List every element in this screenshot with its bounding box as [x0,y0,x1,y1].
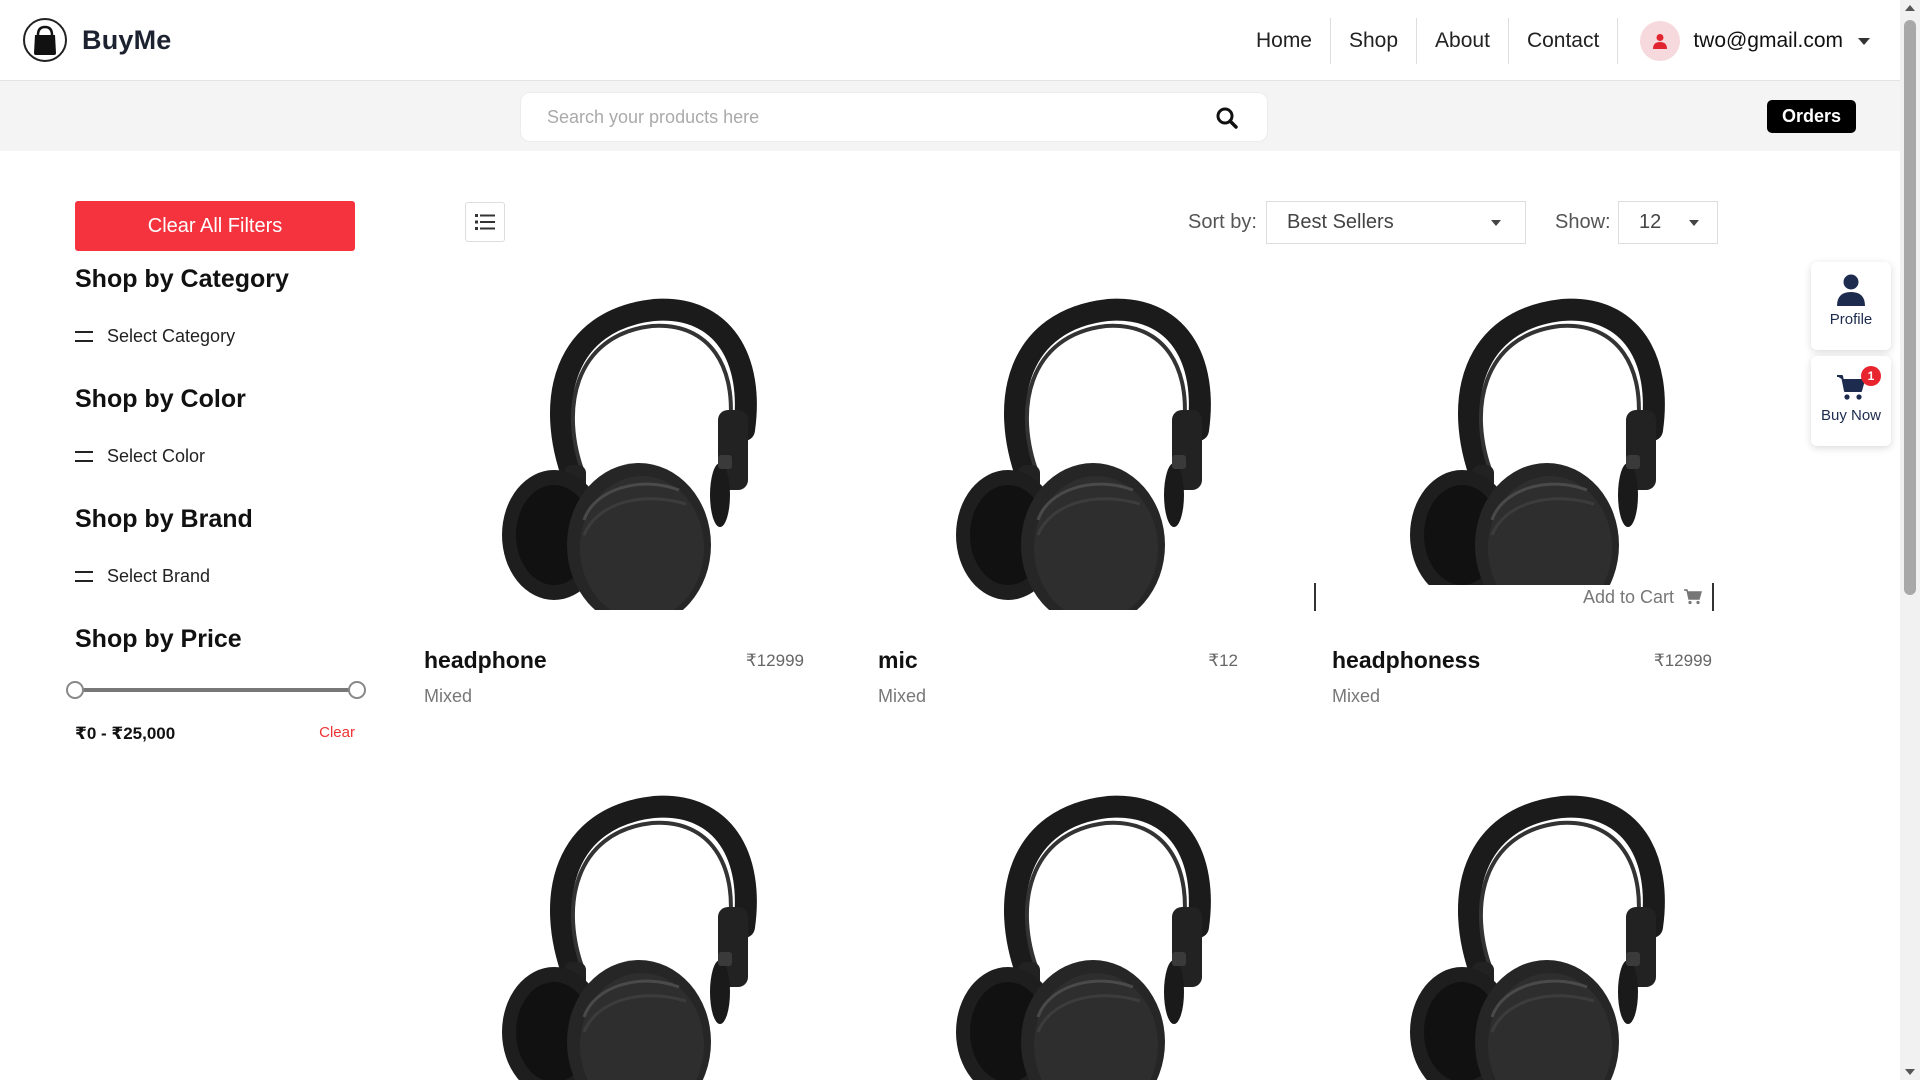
brand[interactable]: BuyMe [22,17,172,63]
search-input[interactable] [547,93,1187,141]
product-tag: Mixed [424,686,473,706]
product-name[interactable]: mic [878,647,918,674]
brand-name: BuyMe [82,24,172,55]
chevron-down-icon [1491,220,1501,226]
product-card[interactable]: Add to Cart headphoness ₹12999 Mixed [1314,290,1732,720]
menu-icon [75,331,93,342]
price-min-handle[interactable] [66,681,84,699]
add-to-cart-button[interactable]: Add to Cart [1314,583,1714,611]
color-heading: Shop by Color [75,385,246,413]
sort-label: Sort by: [1188,211,1257,233]
brand-select-label: Select Brand [107,566,211,586]
show-count-select[interactable]: 12 [1618,201,1718,244]
price-clear-link[interactable]: Clear [319,724,355,744]
list-view-button[interactable] [465,202,505,242]
product-price: ₹12999 [1653,651,1712,670]
color-select-label: Select Color [107,446,206,466]
list-view-icon [475,214,495,230]
nav-about[interactable]: About [1417,18,1509,64]
product-card[interactable]: headphone ₹12999 Mixed [424,290,824,720]
buy-now-label: Buy Now [1820,407,1882,424]
product-image [1332,290,1732,585]
avatar [1640,21,1681,61]
category-select[interactable]: Select Category [75,326,375,347]
sort-value: Best Sellers [1287,211,1394,233]
search-band: Orders [0,81,1900,151]
product-image [1332,787,1732,1080]
brand-select[interactable]: Select Brand [75,566,375,587]
cart-count-badge: 1 [1861,366,1881,386]
product-image [878,787,1278,1080]
product-card[interactable]: mic ₹12 Mixed [878,290,1278,720]
menu-icon [75,451,93,462]
color-select[interactable]: Select Color [75,446,375,467]
price-range-label: ₹0 - ₹25,000 [75,724,176,743]
product-card[interactable] [878,787,1278,1080]
profile-widget[interactable]: Profile [1811,262,1891,350]
orders-button[interactable]: Orders [1767,100,1857,133]
chevron-down-icon [1689,220,1699,226]
product-image [878,290,1278,610]
search-box [520,92,1268,142]
price-range-track [75,688,357,692]
scroll-thumb[interactable] [1904,20,1916,595]
nav-home[interactable]: Home [1238,18,1331,64]
scroll-down-icon[interactable] [1905,1069,1915,1075]
product-card[interactable] [1332,787,1732,1080]
price-heading: Shop by Price [75,625,242,653]
nav-contact[interactable]: Contact [1509,18,1619,64]
chevron-down-icon [1858,37,1870,45]
price-max-handle[interactable] [348,681,366,699]
product-name[interactable]: headphoness [1332,647,1480,674]
filter-sidebar: Clear All Filters Shop by Category Selec… [66,201,375,744]
product-tag: Mixed [1332,686,1381,706]
price-range-slider[interactable] [66,678,367,702]
show-count-value: 12 [1639,211,1662,233]
page-scrollbar[interactable] [1900,0,1920,1080]
menu-icon [75,571,93,582]
category-select-label: Select Category [107,326,236,346]
top-navbar: BuyMe Home Shop About Contact two@gmail.… [0,0,1900,81]
profile-label: Profile [1829,311,1873,328]
show-label: Show: [1555,211,1611,233]
brand-heading: Shop by Brand [75,505,253,533]
product-tag: Mixed [878,686,927,706]
price-row: ₹0 - ₹25,000 Clear [75,724,355,744]
shopping-bag-icon [23,18,67,62]
nav-shop[interactable]: Shop [1331,18,1418,64]
product-image [424,787,824,1080]
product-name[interactable]: headphone [424,647,547,674]
user-email: two@gmail.com [1693,29,1843,52]
search-icon[interactable] [1215,106,1239,130]
sort-select[interactable]: Best Sellers [1266,201,1526,244]
product-price: ₹12 [1208,651,1238,670]
product-image [424,290,824,610]
user-icon [1837,274,1865,306]
user-icon [1653,34,1668,49]
clear-all-filters-button[interactable]: Clear All Filters [75,201,355,251]
product-price: ₹12999 [745,651,804,670]
product-card[interactable] [424,787,824,1080]
user-menu[interactable]: two@gmail.com [1640,21,1870,61]
add-to-cart-label: Add to Cart [1582,586,1674,607]
cart-icon [1684,589,1702,605]
category-heading: Shop by Category [75,265,289,293]
buy-now-widget[interactable]: 1 Buy Now [1811,356,1891,446]
main-nav: Home Shop About Contact two@gmail.com [1238,18,1870,64]
scroll-up-icon[interactable] [1905,5,1915,11]
